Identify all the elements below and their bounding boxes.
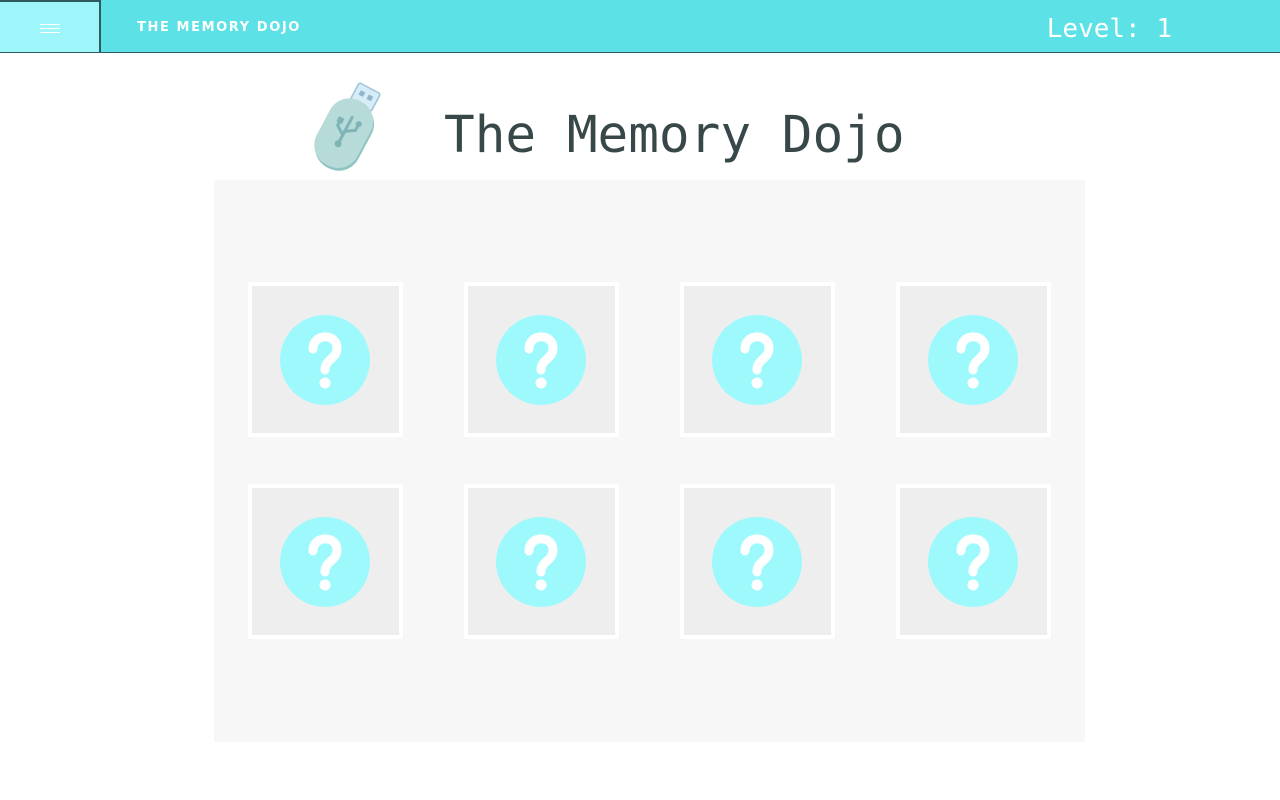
memory-card-7[interactable] — [680, 484, 835, 639]
question-mark-icon — [496, 517, 586, 607]
question-mark-icon — [496, 315, 586, 405]
question-mark-icon — [712, 315, 802, 405]
usb-drive-icon — [300, 78, 386, 174]
memory-card-3[interactable] — [680, 282, 835, 437]
hamburger-icon — [40, 24, 60, 34]
level-indicator: Level: 1 — [1046, 14, 1172, 44]
page-title: The Memory Dojo — [444, 106, 905, 165]
memory-card-4[interactable] — [896, 282, 1051, 437]
brand-title[interactable]: THE MEMORY DOJO — [137, 20, 301, 35]
question-mark-icon — [928, 517, 1018, 607]
game-board — [214, 180, 1085, 742]
memory-card-6[interactable] — [464, 484, 619, 639]
menu-button[interactable] — [0, 0, 101, 52]
question-mark-icon — [712, 517, 802, 607]
question-mark-icon — [280, 517, 370, 607]
top-bar: THE MEMORY DOJO Level: 1 — [0, 0, 1280, 53]
memory-card-2[interactable] — [464, 282, 619, 437]
memory-card-5[interactable] — [248, 484, 403, 639]
memory-card-1[interactable] — [248, 282, 403, 437]
memory-card-8[interactable] — [896, 484, 1051, 639]
question-mark-icon — [928, 315, 1018, 405]
question-mark-icon — [280, 315, 370, 405]
